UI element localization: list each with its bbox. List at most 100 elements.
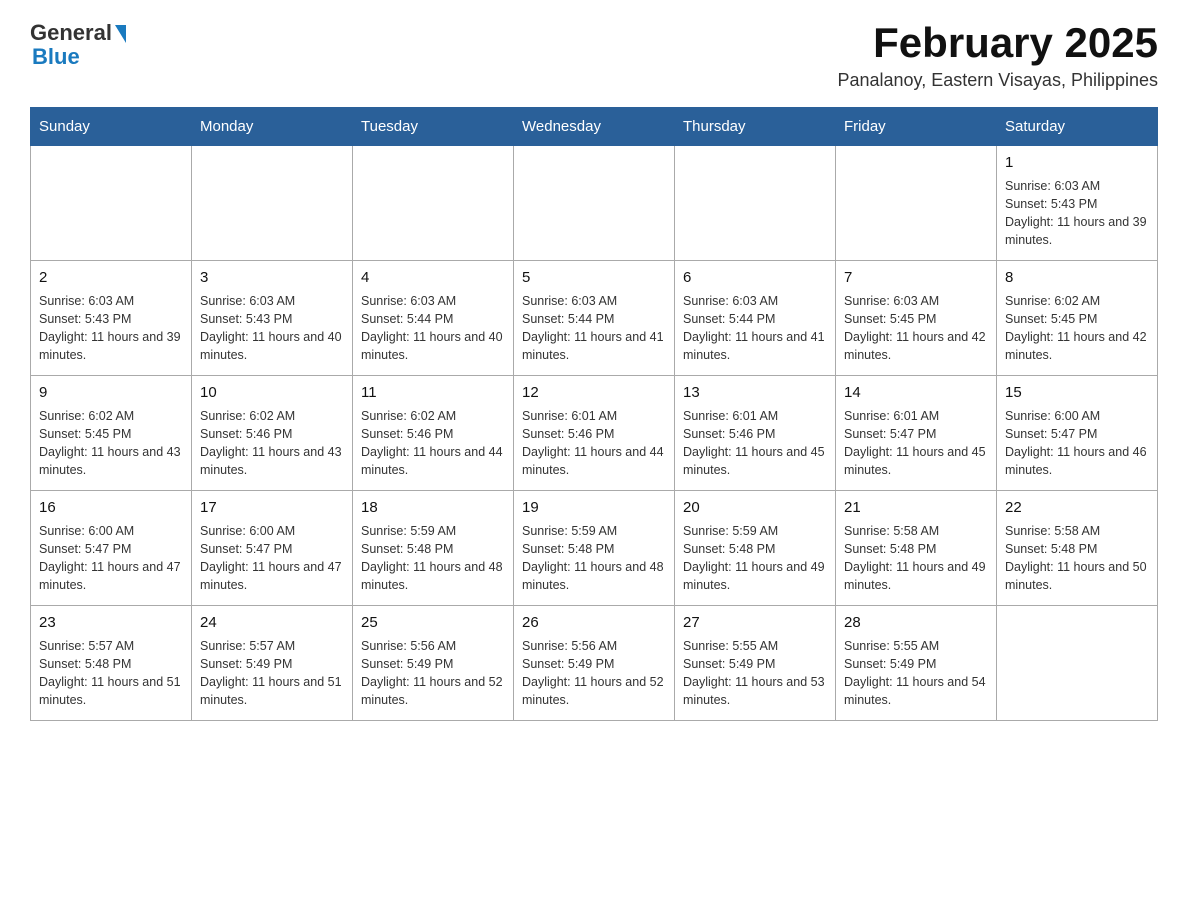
calendar-day-cell: 26 Sunrise: 5:56 AMSunset: 5:49 PMDayligh…	[514, 606, 675, 721]
calendar-header-row: SundayMondayTuesdayWednesdayThursdayFrid…	[31, 108, 1158, 146]
calendar-day-cell: 25 Sunrise: 5:56 AMSunset: 5:49 PMDayligh…	[353, 606, 514, 721]
day-number: 28	[844, 612, 988, 634]
day-info: Sunrise: 5:59 AMSunset: 5:48 PMDaylight:…	[361, 522, 505, 595]
day-info: Sunrise: 5:59 AMSunset: 5:48 PMDaylight:…	[683, 522, 827, 595]
calendar-day-cell: 22Sunrise: 5:58 AMSunset: 5:48 PMDayligh…	[997, 491, 1158, 606]
calendar-day-cell: 12 Sunrise: 6:01 AMSunset: 5:46 PMDayligh…	[514, 376, 675, 491]
calendar-day-cell	[514, 146, 675, 261]
calendar-week-row: 2Sunrise: 6:03 AMSunset: 5:43 PMDaylight…	[31, 261, 1158, 376]
calendar-day-cell: 1 Sunrise: 6:03 AMSunset: 5:43 PMDaylight…	[997, 146, 1158, 261]
calendar-day-cell	[31, 146, 192, 261]
weekday-header-monday: Monday	[192, 108, 353, 146]
calendar-day-cell	[192, 146, 353, 261]
calendar-day-cell: 19 Sunrise: 5:59 AMSunset: 5:48 PMDayligh…	[514, 491, 675, 606]
calendar-day-cell: 7 Sunrise: 6:03 AMSunset: 5:45 PMDaylight…	[836, 261, 997, 376]
calendar-day-cell: 10 Sunrise: 6:02 AMSunset: 5:46 PMDayligh…	[192, 376, 353, 491]
calendar-day-cell: 9 Sunrise: 6:02 AMSunset: 5:45 PMDaylight…	[31, 376, 192, 491]
calendar-day-cell: 17 Sunrise: 6:00 AMSunset: 5:47 PMDayligh…	[192, 491, 353, 606]
day-number: 7	[844, 267, 988, 289]
day-number: 26	[522, 612, 666, 634]
calendar-day-cell	[836, 146, 997, 261]
day-number: 5	[522, 267, 666, 289]
day-number: 1	[1005, 152, 1149, 174]
day-number: 12	[522, 382, 666, 404]
day-info: Sunrise: 6:02 AMSunset: 5:46 PMDaylight:…	[200, 407, 344, 480]
weekday-header-saturday: Saturday	[997, 108, 1158, 146]
day-info: Sunrise: 6:02 AMSunset: 5:45 PMDaylight:…	[39, 407, 183, 480]
page-header: General Blue February 2025 Panalanoy, Ea…	[30, 20, 1158, 91]
calendar-day-cell: 4Sunrise: 6:03 AMSunset: 5:44 PMDaylight…	[353, 261, 514, 376]
day-info: Sunrise: 6:03 AMSunset: 5:43 PMDaylight:…	[39, 292, 183, 365]
calendar-week-row: 1 Sunrise: 6:03 AMSunset: 5:43 PMDaylight…	[31, 146, 1158, 261]
calendar-day-cell	[997, 606, 1158, 721]
day-number: 21	[844, 497, 988, 519]
title-block: February 2025 Panalanoy, Eastern Visayas…	[837, 20, 1158, 91]
day-number: 19	[522, 497, 666, 519]
day-info: Sunrise: 5:55 AMSunset: 5:49 PMDaylight:…	[683, 637, 827, 710]
day-number: 20	[683, 497, 827, 519]
day-info: Sunrise: 6:00 AMSunset: 5:47 PMDaylight:…	[200, 522, 344, 595]
day-info: Sunrise: 6:03 AMSunset: 5:43 PMDaylight:…	[200, 292, 344, 365]
calendar-day-cell: 14 Sunrise: 6:01 AMSunset: 5:47 PMDayligh…	[836, 376, 997, 491]
calendar-day-cell	[675, 146, 836, 261]
day-number: 25	[361, 612, 505, 634]
day-info: Sunrise: 6:03 AMSunset: 5:45 PMDaylight:…	[844, 292, 988, 365]
calendar-day-cell	[353, 146, 514, 261]
day-info: Sunrise: 6:01 AMSunset: 5:46 PMDaylight:…	[522, 407, 666, 480]
calendar-day-cell: 27Sunrise: 5:55 AMSunset: 5:49 PMDayligh…	[675, 606, 836, 721]
day-number: 9	[39, 382, 183, 404]
logo-arrow-icon	[115, 25, 126, 43]
calendar-day-cell: 13 Sunrise: 6:01 AMSunset: 5:46 PMDayligh…	[675, 376, 836, 491]
day-info: Sunrise: 6:03 AMSunset: 5:43 PMDaylight:…	[1005, 177, 1149, 250]
calendar-day-cell: 8Sunrise: 6:02 AMSunset: 5:45 PMDaylight…	[997, 261, 1158, 376]
day-info: Sunrise: 6:03 AMSunset: 5:44 PMDaylight:…	[683, 292, 827, 365]
day-info: Sunrise: 5:55 AMSunset: 5:49 PMDaylight:…	[844, 637, 988, 710]
day-number: 18	[361, 497, 505, 519]
day-number: 16	[39, 497, 183, 519]
day-info: Sunrise: 5:56 AMSunset: 5:49 PMDaylight:…	[361, 637, 505, 710]
day-number: 15	[1005, 382, 1149, 404]
day-number: 23	[39, 612, 183, 634]
day-info: Sunrise: 6:01 AMSunset: 5:47 PMDaylight:…	[844, 407, 988, 480]
day-number: 13	[683, 382, 827, 404]
day-info: Sunrise: 6:03 AMSunset: 5:44 PMDaylight:…	[522, 292, 666, 365]
calendar-table: SundayMondayTuesdayWednesdayThursdayFrid…	[30, 107, 1158, 721]
calendar-day-cell: 23 Sunrise: 5:57 AMSunset: 5:48 PMDayligh…	[31, 606, 192, 721]
calendar-week-row: 9 Sunrise: 6:02 AMSunset: 5:45 PMDaylight…	[31, 376, 1158, 491]
calendar-day-cell: 21Sunrise: 5:58 AMSunset: 5:48 PMDayligh…	[836, 491, 997, 606]
weekday-header-friday: Friday	[836, 108, 997, 146]
day-info: Sunrise: 5:57 AMSunset: 5:49 PMDaylight:…	[200, 637, 344, 710]
day-number: 10	[200, 382, 344, 404]
day-info: Sunrise: 6:01 AMSunset: 5:46 PMDaylight:…	[683, 407, 827, 480]
weekday-header-sunday: Sunday	[31, 108, 192, 146]
calendar-day-cell: 18 Sunrise: 5:59 AMSunset: 5:48 PMDayligh…	[353, 491, 514, 606]
day-info: Sunrise: 6:03 AMSunset: 5:44 PMDaylight:…	[361, 292, 505, 365]
day-number: 3	[200, 267, 344, 289]
calendar-week-row: 23 Sunrise: 5:57 AMSunset: 5:48 PMDayligh…	[31, 606, 1158, 721]
calendar-day-cell: 15 Sunrise: 6:00 AMSunset: 5:47 PMDayligh…	[997, 376, 1158, 491]
day-info: Sunrise: 6:02 AMSunset: 5:46 PMDaylight:…	[361, 407, 505, 480]
weekday-header-tuesday: Tuesday	[353, 108, 514, 146]
calendar-week-row: 16 Sunrise: 6:00 AMSunset: 5:47 PMDayligh…	[31, 491, 1158, 606]
calendar-day-cell: 3 Sunrise: 6:03 AMSunset: 5:43 PMDaylight…	[192, 261, 353, 376]
day-info: Sunrise: 6:00 AMSunset: 5:47 PMDaylight:…	[1005, 407, 1149, 480]
day-number: 8	[1005, 267, 1149, 289]
day-number: 22	[1005, 497, 1149, 519]
weekday-header-wednesday: Wednesday	[514, 108, 675, 146]
calendar-day-cell: 5 Sunrise: 6:03 AMSunset: 5:44 PMDaylight…	[514, 261, 675, 376]
day-info: Sunrise: 5:56 AMSunset: 5:49 PMDaylight:…	[522, 637, 666, 710]
day-number: 24	[200, 612, 344, 634]
calendar-day-cell: 6Sunrise: 6:03 AMSunset: 5:44 PMDaylight…	[675, 261, 836, 376]
day-info: Sunrise: 5:57 AMSunset: 5:48 PMDaylight:…	[39, 637, 183, 710]
day-number: 14	[844, 382, 988, 404]
day-info: Sunrise: 5:59 AMSunset: 5:48 PMDaylight:…	[522, 522, 666, 595]
calendar-day-cell: 16Sunrise: 6:00 AMSunset: 5:47 PMDayligh…	[31, 491, 192, 606]
day-number: 17	[200, 497, 344, 519]
calendar-day-cell: 11 Sunrise: 6:02 AMSunset: 5:46 PMDayligh…	[353, 376, 514, 491]
calendar-day-cell: 2Sunrise: 6:03 AMSunset: 5:43 PMDaylight…	[31, 261, 192, 376]
logo-blue-text: Blue	[32, 44, 80, 70]
logo-general-text: General	[30, 20, 112, 46]
day-number: 11	[361, 382, 505, 404]
weekday-header-thursday: Thursday	[675, 108, 836, 146]
page-title: February 2025	[837, 20, 1158, 66]
